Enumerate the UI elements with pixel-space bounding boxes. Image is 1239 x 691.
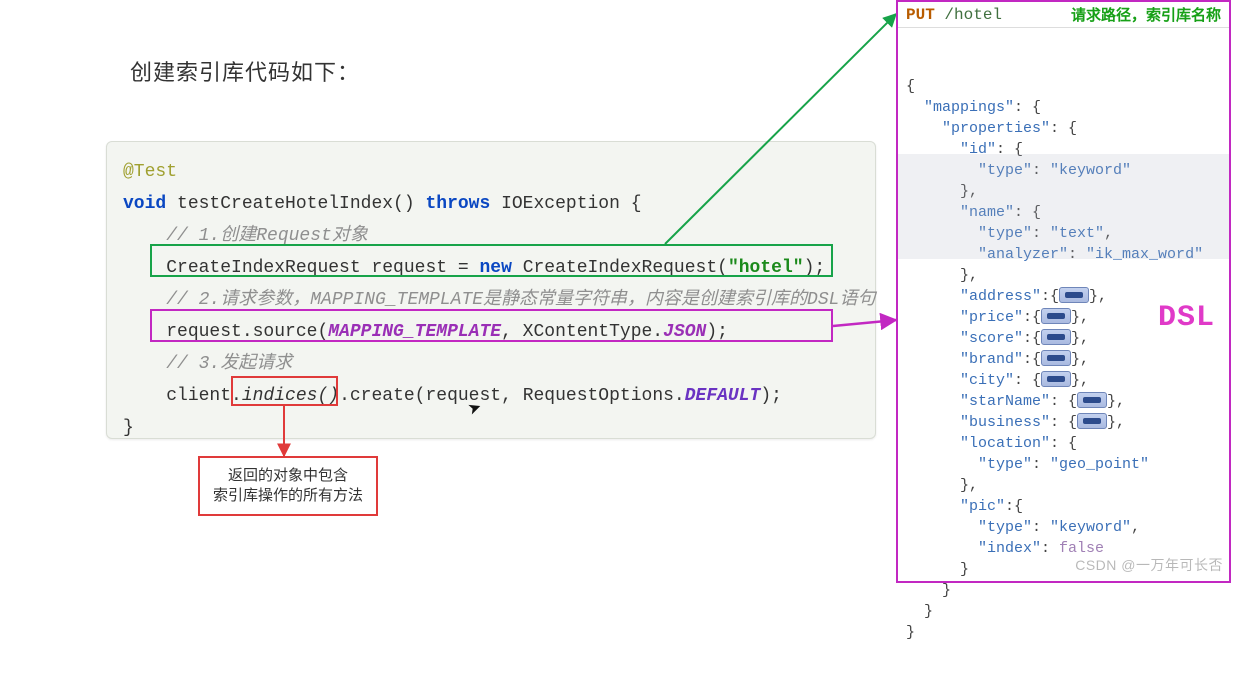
fold-icon[interactable] bbox=[1041, 329, 1071, 345]
method-sig-b: IOException { bbox=[490, 194, 641, 214]
v-keyword-2: "keyword" bbox=[1050, 519, 1131, 536]
k-price: "price" bbox=[960, 309, 1023, 326]
close-brace: } bbox=[123, 418, 134, 438]
watermark: CSDN @一万年可长否 bbox=[1075, 555, 1223, 575]
k-type-3: "type" bbox=[978, 456, 1032, 473]
fold-icon[interactable] bbox=[1059, 287, 1089, 303]
java-code-block: @Test void testCreateHotelIndex() throws… bbox=[106, 141, 876, 439]
callout-indices: 返回的对象中包含 索引库操作的所有方法 bbox=[198, 456, 378, 516]
v-text: "text" bbox=[1050, 225, 1104, 242]
k-mappings: "mappings" bbox=[924, 99, 1014, 116]
comment-1: // 1.创建Request对象 bbox=[166, 226, 368, 246]
fold-icon[interactable] bbox=[1041, 371, 1071, 387]
dsl-body: { "mappings": { "properties": { "id": { … bbox=[898, 28, 1229, 691]
k-score: "score" bbox=[960, 330, 1023, 347]
json-open: { bbox=[906, 78, 915, 95]
line3-c: ); bbox=[760, 386, 782, 406]
k-type-4: "type" bbox=[978, 519, 1032, 536]
line2-c: ); bbox=[706, 322, 728, 342]
line1-a: CreateIndexRequest request = bbox=[166, 258, 479, 278]
string-hotel: "hotel" bbox=[728, 258, 804, 278]
k-type-1: "type" bbox=[978, 162, 1032, 179]
indices-call: indices() bbox=[242, 386, 339, 406]
line3-a: client. bbox=[166, 386, 242, 406]
fold-icon[interactable] bbox=[1041, 350, 1071, 366]
k-analyzer: "analyzer" bbox=[978, 246, 1068, 263]
fold-icon[interactable] bbox=[1041, 308, 1071, 324]
const-mapping-template: MAPPING_TEMPLATE bbox=[328, 322, 501, 342]
k-city: "city" bbox=[960, 372, 1014, 389]
dsl-note: 请求路径，索引库名称 bbox=[1071, 4, 1221, 25]
keyword-throws: throws bbox=[425, 194, 490, 214]
line2-b: , XContentType. bbox=[501, 322, 663, 342]
k-business: "business" bbox=[960, 414, 1050, 431]
method-sig-a: testCreateHotelIndex() bbox=[166, 194, 425, 214]
k-index: "index" bbox=[978, 540, 1041, 557]
keyword-void: void bbox=[123, 194, 166, 214]
v-keyword: "keyword" bbox=[1050, 162, 1131, 179]
dsl-panel: PUT /hotel 请求路径，索引库名称 { "mappings": { "p… bbox=[896, 0, 1231, 583]
line2-a: request.source( bbox=[166, 322, 328, 342]
comment-2: // 2.请求参数，MAPPING_TEMPLATE是静态常量字符串，内容是创建… bbox=[166, 290, 875, 310]
k-brand: "brand" bbox=[960, 351, 1023, 368]
k-starname: "starName" bbox=[960, 393, 1050, 410]
dsl-method: PUT bbox=[906, 6, 935, 24]
line1-b: CreateIndexRequest( bbox=[512, 258, 728, 278]
const-json: JSON bbox=[663, 322, 706, 342]
v-ik: "ik_max_word" bbox=[1086, 246, 1203, 263]
k-type-2: "type" bbox=[978, 225, 1032, 242]
annotation: @Test bbox=[123, 162, 177, 182]
k-id: "id" bbox=[960, 141, 996, 158]
k-properties: "properties" bbox=[942, 120, 1050, 137]
k-name: "name" bbox=[960, 204, 1014, 221]
comment-3: // 3.发起请求 bbox=[166, 354, 292, 374]
fold-icon[interactable] bbox=[1077, 413, 1107, 429]
keyword-new: new bbox=[479, 258, 511, 278]
v-geo: "geo_point" bbox=[1050, 456, 1149, 473]
dsl-header: PUT /hotel 请求路径，索引库名称 bbox=[898, 2, 1229, 28]
line1-c: ); bbox=[804, 258, 826, 278]
k-pic: "pic" bbox=[960, 498, 1005, 515]
dsl-label: DSL bbox=[1158, 308, 1215, 329]
dsl-path: /hotel bbox=[944, 6, 1002, 24]
const-default: DEFAULT bbox=[685, 386, 761, 406]
page-title: 创建索引库代码如下： bbox=[130, 55, 360, 87]
fold-icon[interactable] bbox=[1077, 392, 1107, 408]
k-location: "location" bbox=[960, 435, 1050, 452]
line3-b: .create(request, RequestOptions. bbox=[339, 386, 685, 406]
k-address: "address" bbox=[960, 288, 1041, 305]
